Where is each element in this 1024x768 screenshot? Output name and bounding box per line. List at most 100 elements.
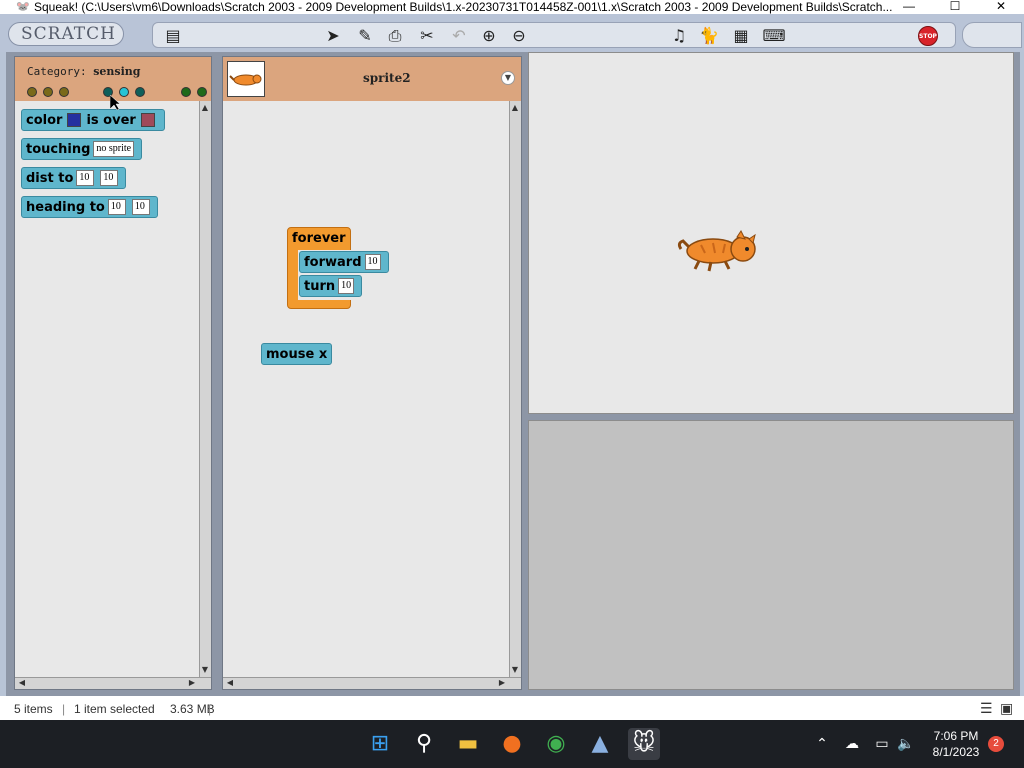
block-label: heading to — [26, 199, 105, 215]
block-palette: Category: sensing color is over touching… — [14, 56, 212, 690]
dist-to-block[interactable]: dist to 10 10 — [21, 167, 127, 189]
taskbar-clock[interactable]: 7:06 PM 8/1/2023 — [924, 728, 988, 760]
y-slot[interactable]: 10 — [100, 170, 119, 186]
category-dot-looks[interactable] — [43, 87, 53, 97]
sprite-library-pane — [528, 420, 1014, 690]
sprite-name[interactable]: sprite2 — [363, 71, 411, 85]
tiles-view-icon[interactable]: ▣ — [1000, 700, 1013, 717]
photos-icon[interactable]: ▲ — [584, 728, 616, 760]
right-menu-tab[interactable] — [962, 22, 1022, 48]
mouse-x-block[interactable]: mouse x — [261, 343, 333, 365]
squeak-taskbar-icon[interactable]: 🐭 — [628, 728, 660, 760]
scratch-menubar: SCRATCH ▤ ➤ ✎ ⎙ ✂ ↶ ⊕ ⊖ ♫ 🐈 ▦ ⌨ STOP — [0, 14, 1024, 52]
zoom-out-icon[interactable]: ⊖ — [509, 27, 529, 45]
chrome-icon[interactable]: ◉ — [540, 728, 572, 760]
show-hidden-icons[interactable]: ⌃ — [806, 728, 838, 760]
details-view-icon[interactable]: ☰ — [980, 700, 993, 717]
script-list-icon[interactable]: ▤ — [163, 27, 183, 45]
clock-date: 8/1/2023 — [932, 745, 980, 759]
scripts-vertical-scrollbar[interactable]: ▲ ▼ — [509, 101, 521, 677]
category-dot-motion[interactable] — [27, 87, 37, 97]
zoom-in-icon[interactable]: ⊕ — [479, 27, 499, 45]
scratch-logo[interactable]: SCRATCH — [8, 22, 124, 46]
arrow-pointer-icon[interactable]: ➤ — [323, 27, 343, 45]
undo-icon[interactable]: ↶ — [449, 27, 469, 45]
stage[interactable] — [528, 52, 1014, 414]
film-strip-icon[interactable]: ▦ — [731, 27, 751, 45]
cat-sprite-icon[interactable]: 🐈 — [699, 27, 719, 45]
scroll-down-icon[interactable]: ▼ — [510, 665, 520, 675]
paint-wand-icon[interactable]: ✎ — [355, 27, 375, 45]
degrees-slot[interactable]: 10 — [338, 278, 355, 294]
squeak-app-icon: 🐭 — [16, 1, 30, 13]
block-label: turn — [304, 278, 336, 294]
scroll-right-icon[interactable]: ▶ — [497, 678, 507, 688]
color-swatch[interactable] — [67, 113, 82, 127]
category-dot-numbers[interactable] — [135, 87, 145, 97]
file-explorer-icon[interactable]: ▬ — [452, 728, 484, 760]
color-is-over-block[interactable]: color is over — [21, 109, 165, 131]
status-divider: | — [62, 702, 66, 716]
category-dot-sound[interactable] — [59, 87, 69, 97]
block-label: forward — [304, 254, 362, 270]
keyboard-icon[interactable]: ⌨ — [761, 27, 787, 45]
scripts-horizontal-scrollbar[interactable]: ◀ ▶ — [223, 677, 521, 689]
block-label: dist to — [26, 170, 74, 186]
scroll-down-icon[interactable]: ▼ — [200, 665, 210, 675]
scroll-up-icon[interactable]: ▲ — [510, 103, 520, 113]
clock-time: 7:06 PM — [933, 729, 979, 743]
y-slot[interactable]: 10 — [131, 199, 150, 215]
music-note-icon[interactable]: ♫ — [669, 27, 689, 45]
windows-start-icon[interactable]: ⊞ — [364, 728, 396, 760]
scroll-right-icon[interactable]: ▶ — [187, 678, 197, 688]
sprite-menu-icon[interactable]: ▼ — [501, 71, 515, 85]
category-prefix: Category: — [27, 65, 87, 78]
color-swatch[interactable] — [140, 113, 155, 127]
category-dot-control[interactable] — [181, 87, 191, 97]
scissors-icon[interactable]: ✂ — [417, 27, 437, 45]
cat-sprite[interactable] — [677, 229, 761, 273]
maximize-button[interactable]: ☐ — [932, 0, 978, 14]
sprite-slot[interactable]: no sprite — [93, 141, 135, 157]
block-label: color — [26, 112, 63, 128]
block-label: mouse x — [266, 346, 328, 362]
close-button[interactable]: ✕ — [978, 0, 1024, 14]
toolbar: ▤ ➤ ✎ ⎙ ✂ ↶ ⊕ ⊖ ♫ 🐈 ▦ ⌨ — [152, 22, 956, 48]
block-label: touching — [26, 141, 91, 157]
volume-icon[interactable]: 🔈 — [890, 728, 922, 760]
notification-badge[interactable]: 2 — [988, 736, 1004, 752]
scripts-pane: sprite2 ▼ forever forward 10 turn 10 mou… — [222, 56, 522, 690]
status-divider: | — [208, 702, 212, 716]
category-name: sensing — [93, 65, 141, 78]
forward-block[interactable]: forward 10 — [299, 251, 389, 273]
stamp-icon[interactable]: ⎙ — [385, 27, 405, 45]
windows-taskbar: ⊞ ⚲ ▬ ● ◉ ▲ 🐭 ⌃ ☁ ▭ 🔈 7:06 PM 8/1/2023 — [0, 720, 1024, 768]
x-slot[interactable]: 10 — [107, 199, 126, 215]
heading-to-block[interactable]: heading to 10 10 — [21, 196, 158, 218]
category-label: Category: sensing — [27, 65, 140, 78]
explorer-statusbar: 5 items | 1 item selected 3.63 MB | ☰ ▣ — [0, 696, 1024, 720]
search-icon[interactable]: ⚲ — [408, 728, 440, 760]
palette-horizontal-scrollbar[interactable]: ◀ ▶ — [15, 677, 211, 689]
scroll-left-icon[interactable]: ◀ — [225, 678, 235, 688]
scroll-up-icon[interactable]: ▲ — [200, 103, 210, 113]
window-controls: — ☐ ✕ — [886, 0, 1024, 14]
block-label: is over — [86, 112, 136, 128]
steps-slot[interactable]: 10 — [364, 254, 381, 270]
stop-button[interactable]: STOP — [918, 26, 938, 46]
forever-label: forever — [292, 231, 346, 246]
cloud-offline-icon[interactable]: ☁ — [836, 728, 868, 760]
mouse-cursor-icon — [110, 95, 120, 111]
minimize-button[interactable]: — — [886, 0, 932, 14]
touching-block[interactable]: touching no sprite — [21, 138, 143, 160]
firefox-icon[interactable]: ● — [496, 728, 528, 760]
sprite-thumbnail[interactable] — [227, 61, 265, 97]
window-titlebar: 🐭 Squeak! (C:\Users\vm6\Downloads\Scratc… — [0, 0, 1024, 14]
category-dot-sensing[interactable] — [119, 87, 129, 97]
palette-vertical-scrollbar[interactable]: ▲ ▼ — [199, 101, 211, 677]
scroll-left-icon[interactable]: ◀ — [17, 678, 27, 688]
turn-block[interactable]: turn 10 — [299, 275, 363, 297]
x-slot[interactable]: 10 — [76, 170, 95, 186]
items-count: 5 items — [14, 702, 53, 716]
category-dot-variables[interactable] — [197, 87, 207, 97]
